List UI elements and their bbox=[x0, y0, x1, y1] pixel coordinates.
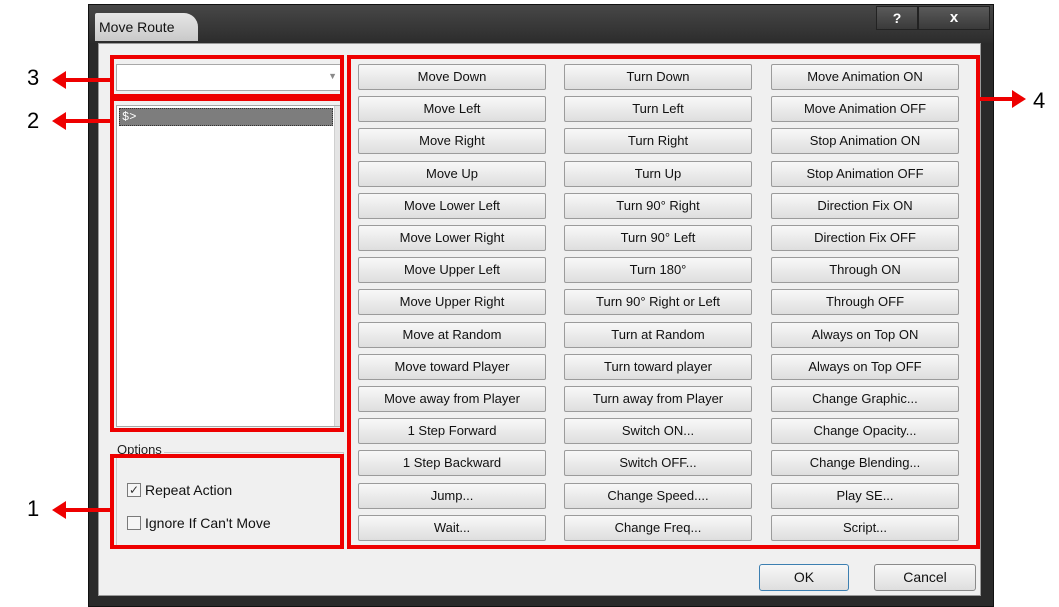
callout-box-1 bbox=[110, 454, 344, 549]
callout-arrow-4-head bbox=[1012, 90, 1026, 108]
cancel-button[interactable]: Cancel bbox=[874, 564, 976, 591]
title-bar[interactable]: Move Route ? x bbox=[89, 5, 993, 43]
callout-number-2: 2 bbox=[27, 108, 40, 133]
callout-number-4: 4 bbox=[1033, 88, 1046, 113]
callout-arrow-3-line bbox=[64, 78, 110, 82]
callout-box-3 bbox=[110, 55, 344, 98]
callout-box-4 bbox=[347, 55, 980, 549]
callout-arrow-1-line bbox=[64, 508, 110, 512]
callout-number-1: 1 bbox=[27, 496, 40, 521]
ok-button[interactable]: OK bbox=[759, 564, 849, 591]
callout-number-3: 3 bbox=[27, 65, 40, 90]
callout-arrow-2-line bbox=[64, 119, 110, 123]
window-title: Move Route bbox=[95, 13, 199, 41]
callout-box-2 bbox=[110, 97, 344, 432]
callout-arrow-4-line bbox=[980, 97, 1014, 101]
help-button[interactable]: ? bbox=[876, 6, 918, 30]
close-button[interactable]: x bbox=[918, 6, 990, 30]
